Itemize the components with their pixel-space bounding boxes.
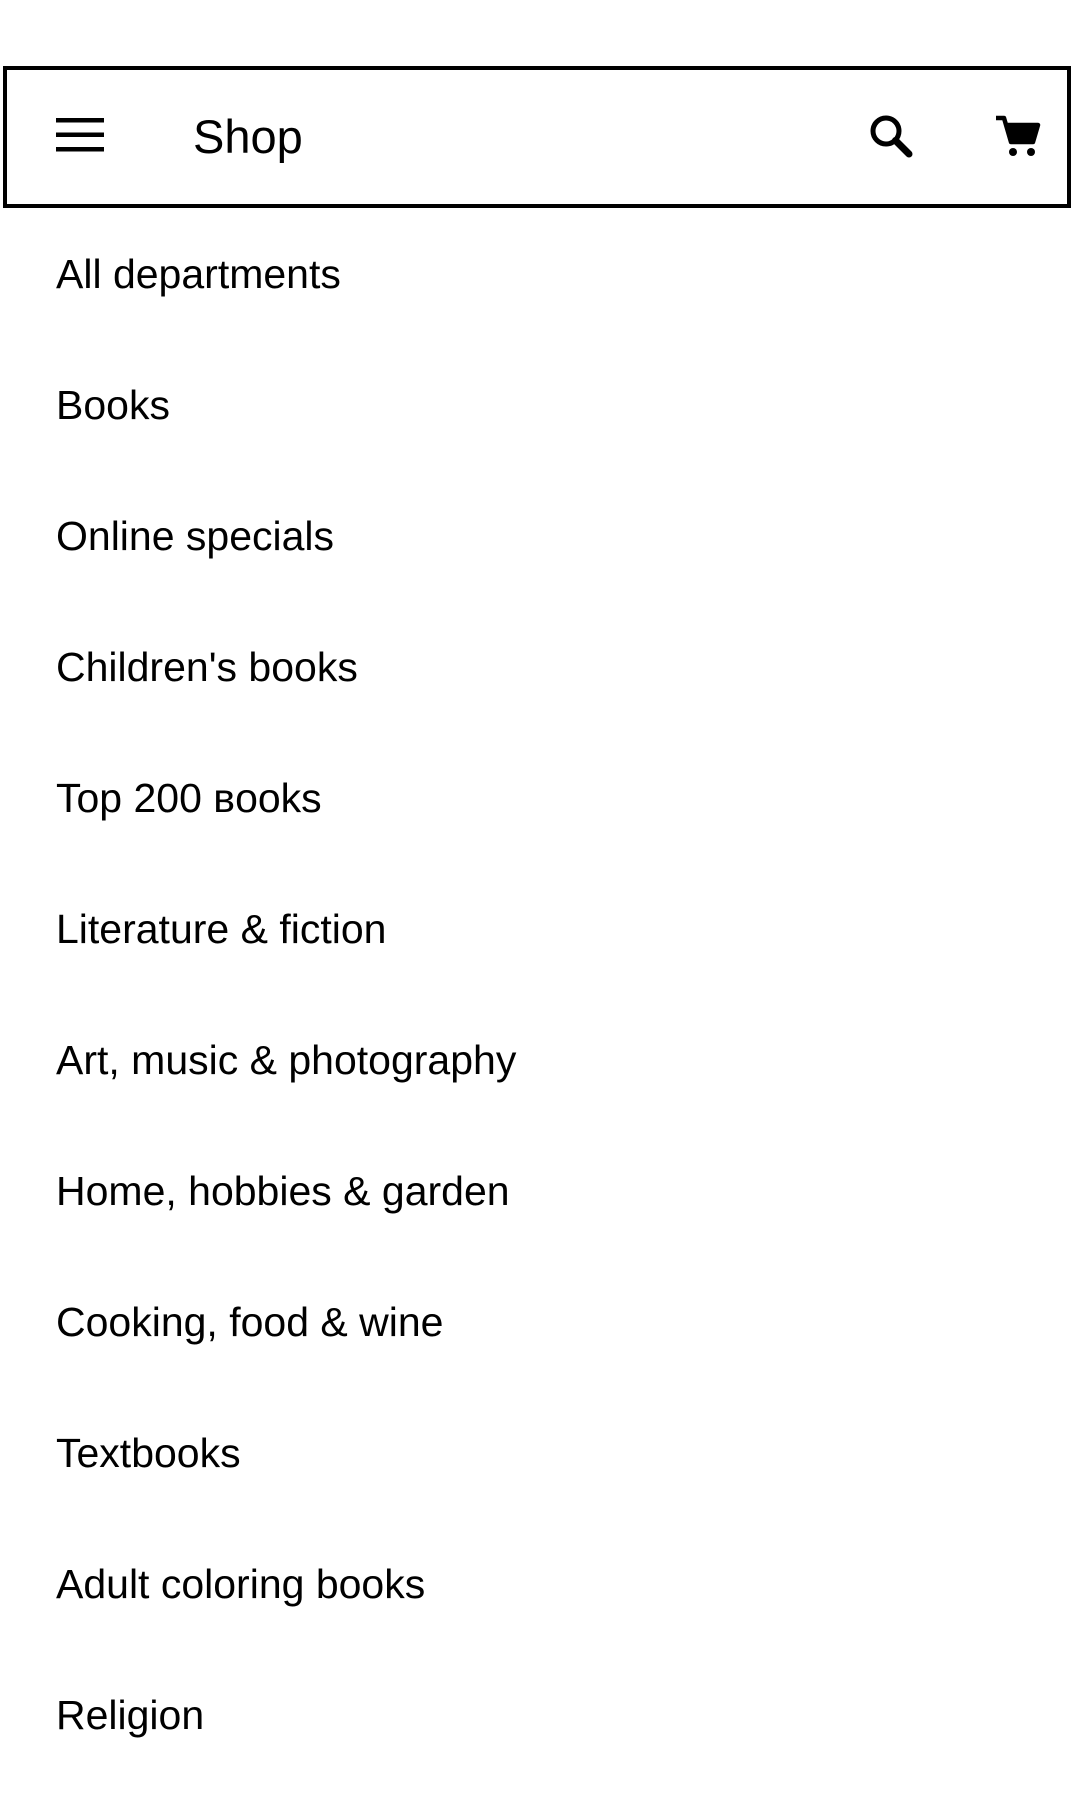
department-list: All departments Books Online specials Ch… bbox=[0, 208, 1080, 1781]
hamburger-menu-icon bbox=[54, 115, 106, 155]
department-item-religion[interactable]: Religion bbox=[0, 1650, 1080, 1781]
department-item-top-200-books[interactable]: Top 200 вooks bbox=[0, 733, 1080, 864]
search-icon bbox=[867, 112, 915, 160]
department-item-art-music-photography[interactable]: Art, music & photography bbox=[0, 995, 1080, 1126]
department-item-books[interactable]: Books bbox=[0, 340, 1080, 471]
department-item-cooking-food-wine[interactable]: Cooking, food & wine bbox=[0, 1257, 1080, 1388]
department-item-online-specials[interactable]: Online specials bbox=[0, 471, 1080, 602]
department-item-literature-fiction[interactable]: Literature & fiction bbox=[0, 864, 1080, 995]
menu-button[interactable] bbox=[41, 96, 119, 174]
shopping-cart-icon bbox=[994, 112, 1042, 160]
department-item-all[interactable]: All departments bbox=[0, 208, 1080, 340]
cart-button[interactable] bbox=[982, 100, 1054, 172]
department-item-childrens-books[interactable]: Children's books bbox=[0, 602, 1080, 733]
app-bar: Shop bbox=[3, 66, 1071, 208]
department-item-adult-coloring-books[interactable]: Adult coloring books bbox=[0, 1519, 1080, 1650]
search-button[interactable] bbox=[855, 100, 927, 172]
page-title: Shop bbox=[193, 110, 303, 163]
department-item-home-hobbies-garden[interactable]: Home, hobbies & garden bbox=[0, 1126, 1080, 1257]
department-item-textbooks[interactable]: Textbooks bbox=[0, 1388, 1080, 1519]
